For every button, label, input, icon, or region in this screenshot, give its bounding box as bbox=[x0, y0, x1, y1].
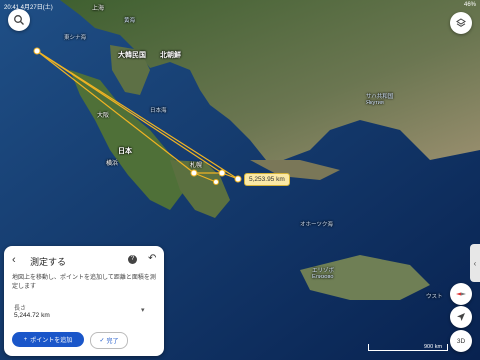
measure-panel: ‹ 測定する ? ↶ 地図上を移動し、ポイントを追加して距離と面積を測定します … bbox=[4, 246, 164, 356]
status-time: 20:41 4月27日(土) bbox=[4, 5, 53, 11]
help-icon[interactable]: ? bbox=[128, 255, 137, 264]
map-label-japan-sea: 日本海 bbox=[150, 108, 167, 114]
compass-icon bbox=[456, 292, 466, 296]
map-label-okhotsk-sea: オホーツク海 bbox=[300, 222, 333, 228]
measure-point[interactable] bbox=[190, 169, 198, 177]
add-point-button[interactable]: + ポイントを追加 bbox=[12, 332, 84, 347]
done-label: 完了 bbox=[106, 339, 119, 345]
map-label-elizovo: エリゾボ Елизово bbox=[312, 268, 335, 280]
battery-status: 46% bbox=[463, 2, 476, 8]
map-label-east-china-sea: 東シナ海 bbox=[64, 35, 87, 41]
map-label-yellow-sea: 黄海 bbox=[124, 18, 136, 24]
location-arrow-icon bbox=[457, 313, 465, 321]
map-label-yokohama: 横浜 bbox=[106, 161, 119, 167]
panel-description: 地図上を移動し、ポイントを追加して距離と面積を測定します bbox=[12, 275, 156, 290]
length-label: 長さ bbox=[14, 306, 27, 312]
search-button[interactable] bbox=[8, 9, 30, 31]
measure-point[interactable] bbox=[33, 47, 41, 55]
scale-text: 900 km bbox=[424, 344, 443, 350]
plus-icon: + bbox=[23, 336, 28, 343]
map-label-shanghai: 上海 bbox=[92, 6, 105, 12]
measure-point[interactable] bbox=[218, 169, 226, 177]
measure-point[interactable] bbox=[213, 179, 219, 185]
layers-button[interactable] bbox=[450, 12, 472, 34]
check-icon: ✓ bbox=[99, 338, 105, 344]
measure-point[interactable] bbox=[234, 175, 242, 183]
map-label-north-korea: 北朝鮮 bbox=[160, 52, 181, 59]
done-button[interactable]: ✓ 完了 bbox=[90, 332, 128, 349]
layers-icon bbox=[456, 18, 466, 27]
side-tab-icon: ‹ bbox=[473, 258, 477, 268]
3d-button[interactable]: 3D bbox=[450, 330, 472, 352]
map-label-sakha: サハ共和国 Якутия bbox=[366, 94, 394, 106]
search-icon bbox=[14, 15, 24, 25]
side-panel-tab[interactable]: ‹ bbox=[470, 244, 480, 282]
length-value: 5,244.72 km bbox=[14, 312, 50, 319]
my-location-button[interactable] bbox=[450, 306, 472, 328]
map-label-osaka: 大阪 bbox=[97, 113, 110, 119]
map-label-korea: 大韓民国 bbox=[118, 52, 146, 59]
status-bar: 20:41 4月27日(土) 46% bbox=[0, 0, 480, 12]
add-point-label: ポイントを追加 bbox=[30, 338, 73, 344]
map-label-sapporo: 札幌 bbox=[190, 163, 203, 169]
compass-button[interactable] bbox=[450, 283, 472, 305]
menu-icon[interactable]: ▾ bbox=[141, 306, 145, 314]
undo-icon[interactable]: ↶ bbox=[148, 253, 156, 264]
back-icon[interactable]: ‹ bbox=[12, 254, 16, 266]
map-label-kamchatka: ウスト bbox=[426, 294, 443, 300]
3d-label: 3D bbox=[456, 337, 466, 345]
panel-title: 測定する bbox=[30, 257, 67, 267]
map-label-japan: 日本 bbox=[118, 148, 132, 155]
distance-badge: 5,253.95 km bbox=[244, 173, 290, 186]
